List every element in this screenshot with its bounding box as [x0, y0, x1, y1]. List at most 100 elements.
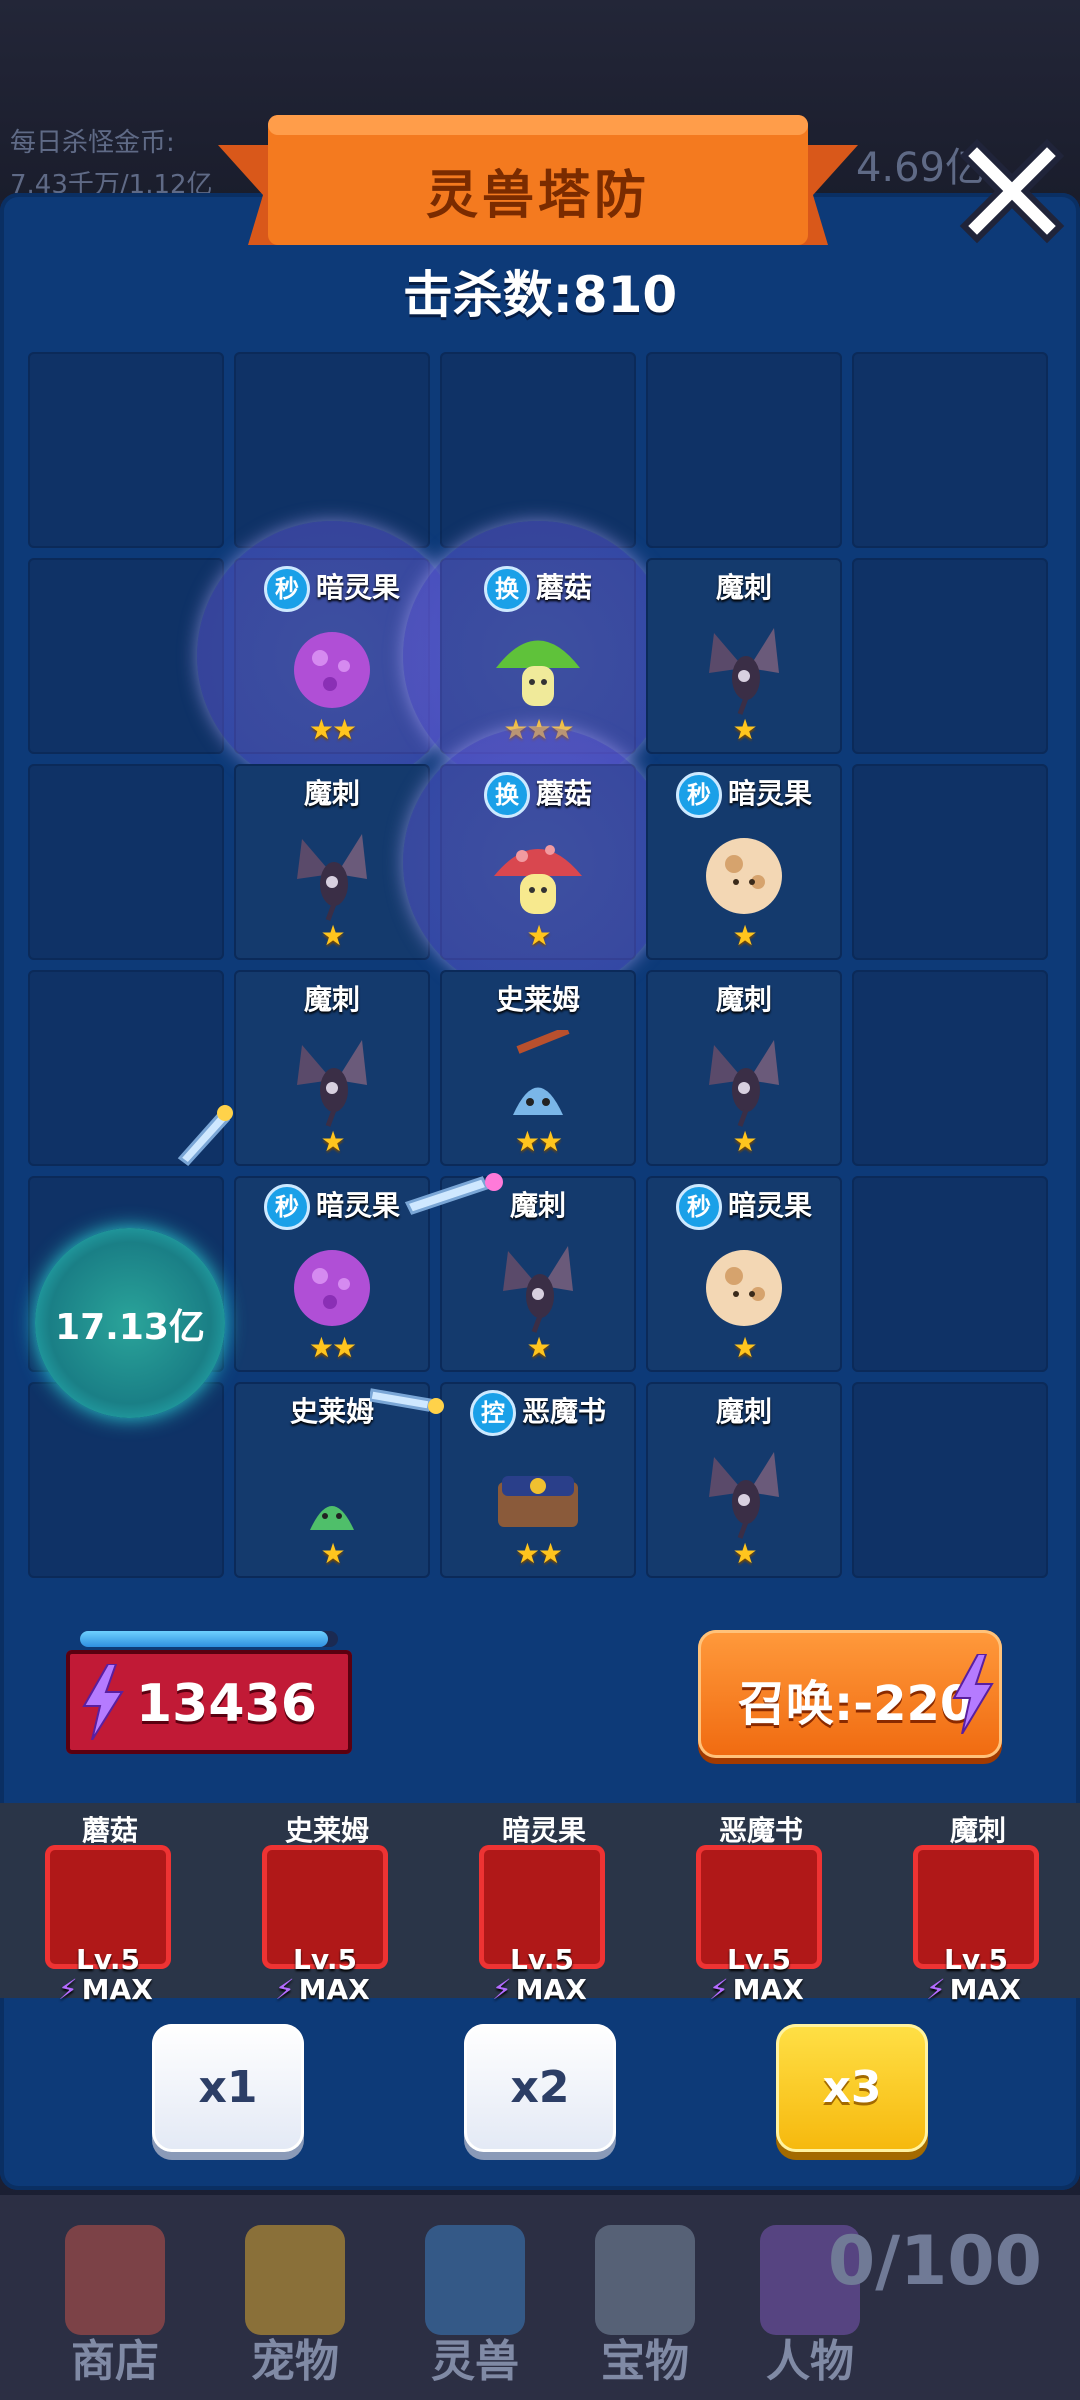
grid-cell[interactable] — [28, 558, 224, 754]
roster-item[interactable]: 蘑菇 Lv.5 ⚡ MAX — [30, 1803, 190, 2006]
shop-icon — [65, 2225, 165, 2335]
unit-label: 魔刺 — [303, 777, 360, 810]
unit-label: 暗灵果 — [315, 571, 400, 604]
skill-tag: 秒 — [263, 566, 310, 612]
speed-x2-button[interactable]: x2 — [464, 2024, 616, 2152]
grid-unit[interactable]: 秒暗灵果 ★ — [646, 1176, 842, 1372]
unit-label: 魔刺 — [509, 1189, 566, 1222]
max-label: MAX — [298, 1973, 370, 2006]
tab-item: 宠物 — [205, 2195, 385, 2400]
grid-cell[interactable] — [28, 352, 224, 548]
grid-cell[interactable] — [852, 558, 1048, 754]
star-rating: ★ — [732, 919, 757, 952]
spike-icon — [694, 618, 794, 718]
grid-unit[interactable]: 换蘑菇 ★★★ — [403, 521, 673, 791]
tab-label: 宝物 — [601, 2336, 689, 2387]
star-rating: ★ — [320, 919, 345, 952]
roster-item[interactable]: 史莱姆 Lv.5 ⚡ MAX — [247, 1803, 407, 2006]
roster-level: Lv.5 — [944, 1943, 1008, 1976]
star-rating: ★ — [320, 1537, 345, 1570]
grid-cell[interactable] — [852, 764, 1048, 960]
unit-name: 秒暗灵果 — [234, 1184, 430, 1230]
grid-cell[interactable] — [852, 970, 1048, 1166]
unit-label: 魔刺 — [303, 983, 360, 1016]
lightning-icon — [82, 1664, 124, 1740]
unit-label: 魔刺 — [715, 983, 772, 1016]
panel-title: 灵兽塔防 — [425, 166, 650, 226]
mushroom-red-icon — [488, 824, 588, 924]
treasure-icon — [595, 2225, 695, 2335]
tab-label: 人物 — [766, 2336, 854, 2387]
tab-item: 商店 — [25, 2195, 205, 2400]
mushroom-green-icon — [488, 618, 588, 718]
grid-unit[interactable]: 魔刺 ★ — [234, 970, 430, 1166]
unit-label: 暗灵果 — [727, 777, 812, 810]
unit-label: 史莱姆 — [289, 1395, 374, 1428]
star-rating: ★★★ — [503, 713, 574, 746]
grid-unit[interactable]: 魔刺 ★ — [646, 558, 842, 754]
grid-unit[interactable]: 秒暗灵果 ★ — [646, 764, 842, 960]
roster-max: ⚡ MAX — [275, 1973, 370, 2006]
roster-level: Lv.5 — [293, 1943, 357, 1976]
grid-cell[interactable] — [852, 1176, 1048, 1372]
grid-unit[interactable]: 史莱姆 ★★ — [440, 970, 636, 1166]
grid-cell[interactable] — [852, 1382, 1048, 1578]
close-button[interactable] — [952, 128, 1072, 248]
roster-max: ⚡ MAX — [709, 1973, 804, 2006]
unit-roster: 蘑菇 Lv.5 ⚡ MAX 史莱姆 Lv.5 ⚡ MAX 暗灵果 Lv.5 ⚡ MAX 恶魔书 Lv.5 ⚡… — [0, 1803, 1080, 2006]
roster-item[interactable]: 恶魔书 Lv.5 ⚡ MAX — [681, 1803, 841, 2006]
unit-name: 魔刺 — [234, 772, 430, 812]
max-label: MAX — [515, 1973, 587, 2006]
mushroom-red-icon — [63, 1855, 153, 1945]
lightning-icon: ⚡ — [58, 1973, 78, 2006]
summon-button[interactable]: 召唤:-220 — [698, 1630, 1002, 1758]
tab-label: 灵兽 — [431, 2336, 519, 2387]
grid-cell[interactable] — [28, 764, 224, 960]
tab-item: 灵兽 — [385, 2195, 565, 2400]
unit-name: 换蘑菇 — [440, 772, 636, 818]
unit-name: 魔刺 — [646, 1390, 842, 1430]
grid-cell[interactable] — [646, 352, 842, 548]
grid-unit[interactable]: 换蘑菇 ★ — [403, 727, 673, 997]
lightning-icon: ⚡ — [275, 1973, 295, 2006]
grid-unit[interactable]: 控恶魔书 ★★ — [440, 1382, 636, 1578]
star-rating: ★★ — [514, 1125, 563, 1158]
roster-item[interactable]: 魔刺 Lv.5 ⚡ MAX — [898, 1803, 1058, 2006]
grid-cell[interactable] — [234, 352, 430, 548]
berry-purple-icon — [282, 618, 382, 718]
berry-purple-icon — [282, 1236, 382, 1336]
pet-icon — [245, 2225, 345, 2335]
sword-projectile — [177, 1105, 233, 1167]
progress-count: 0/100 — [827, 2222, 1042, 2301]
unit-name: 魔刺 — [646, 978, 842, 1018]
grid-cell[interactable] — [852, 352, 1048, 548]
star-rating: ★ — [732, 1125, 757, 1158]
grid-unit[interactable]: 魔刺 ★ — [646, 970, 842, 1166]
grid-unit[interactable]: 魔刺 ★ — [646, 1382, 842, 1578]
roster-item[interactable]: 暗灵果 Lv.5 ⚡ MAX — [464, 1803, 624, 2006]
roster-name: 魔刺 — [949, 1814, 1006, 1847]
spike-icon — [488, 1236, 588, 1336]
speed-x3-button[interactable]: x3 — [776, 2024, 928, 2152]
grid-unit[interactable]: 魔刺 ★ — [234, 764, 430, 960]
lightning-icon: ⚡ — [492, 1973, 512, 2006]
tab-item: 宝物 — [555, 2195, 735, 2400]
sword-projectile — [370, 1388, 444, 1414]
grid-unit[interactable]: 秒暗灵果 ★★ — [234, 1176, 430, 1372]
grid-unit[interactable]: 秒暗灵果 ★★ — [197, 521, 467, 791]
sword-projectile — [404, 1173, 503, 1215]
unit-label: 史莱姆 — [495, 983, 580, 1016]
unit-label: 蘑菇 — [535, 571, 592, 604]
unit-name: 秒暗灵果 — [646, 1184, 842, 1230]
lightning-icon: ⚡ — [709, 1973, 729, 2006]
close-icon — [959, 138, 1065, 244]
star-rating: ★★ — [308, 713, 357, 746]
skill-tag: 秒 — [675, 1184, 722, 1230]
unit-label: 蘑菇 — [535, 777, 592, 810]
summon-label: 召唤:-220 — [738, 1676, 974, 1732]
roster-level: Lv.5 — [76, 1943, 140, 1976]
berry-cream-icon — [694, 824, 794, 924]
spike-icon — [694, 1442, 794, 1542]
speed-x1-button[interactable]: x1 — [152, 2024, 304, 2152]
grid-cell[interactable] — [440, 352, 636, 548]
